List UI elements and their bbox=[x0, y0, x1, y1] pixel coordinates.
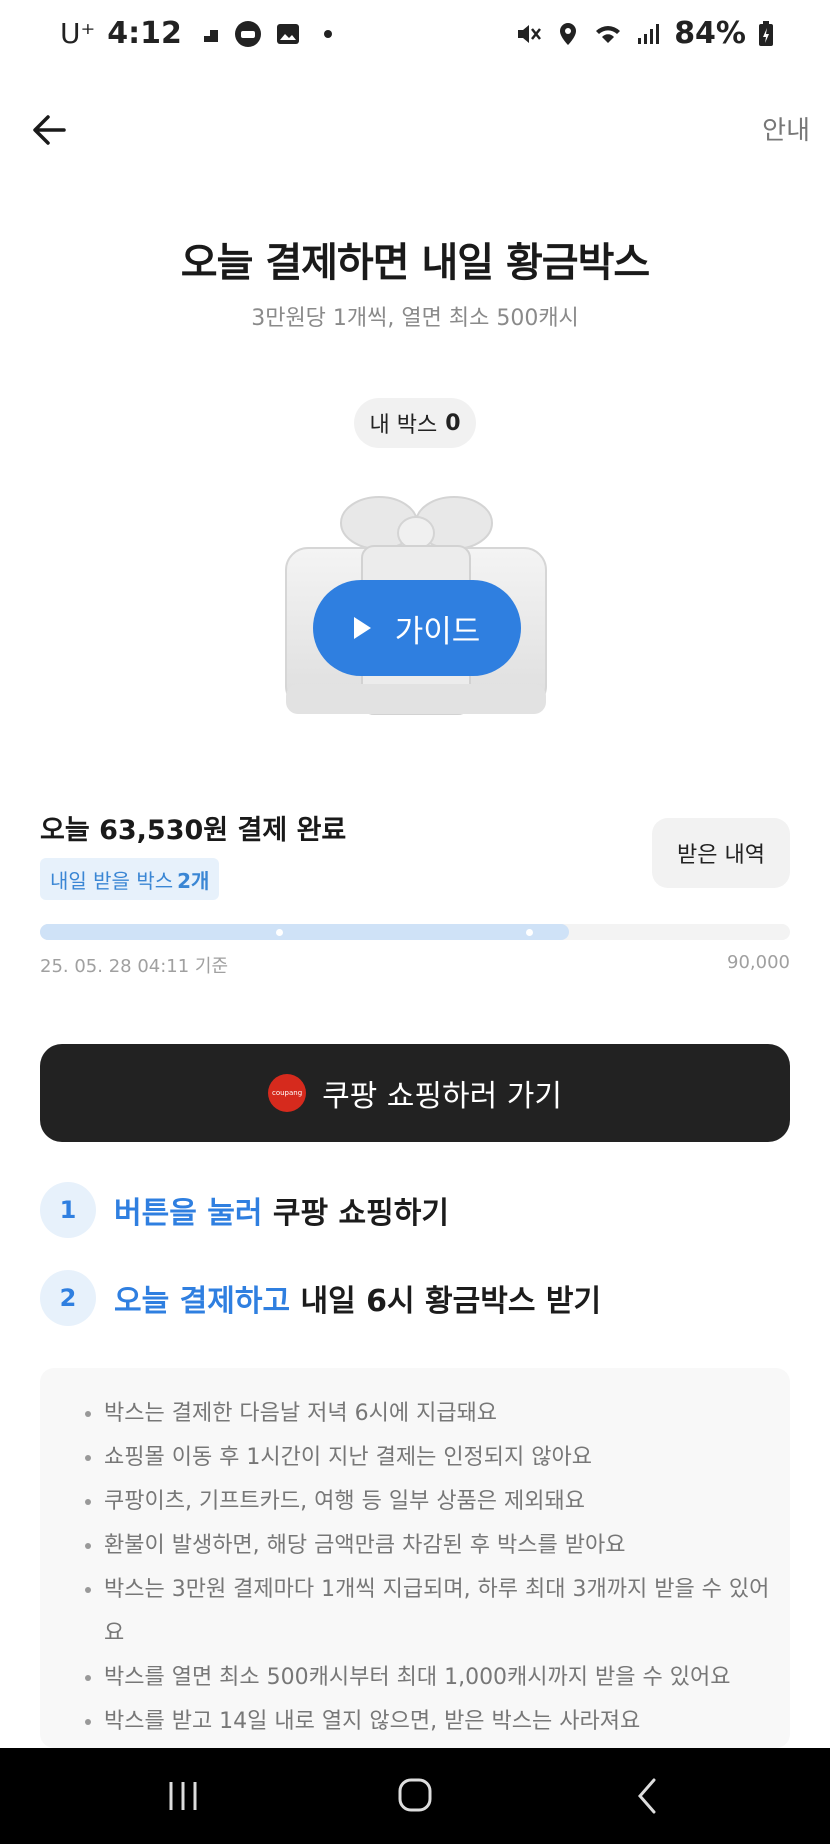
back-nav-icon[interactable] bbox=[618, 1772, 678, 1820]
carrier-label: U⁺ bbox=[60, 17, 96, 50]
step-item: 1 버튼을 눌러 쿠팡 쇼핑하기 bbox=[40, 1182, 449, 1238]
play-icon bbox=[353, 617, 371, 639]
location-icon bbox=[560, 22, 577, 45]
signal-steps-icon bbox=[195, 29, 218, 42]
cell-signal-icon bbox=[638, 23, 660, 44]
milestone-dot bbox=[526, 929, 533, 936]
payment-progress-bar bbox=[40, 924, 790, 940]
my-box-label: 내 박스 bbox=[369, 413, 438, 438]
notice-item: 박스는 결제한 다음날 저녁 6시에 지급돼요 bbox=[104, 1392, 770, 1436]
system-nav-bar bbox=[0, 1748, 830, 1844]
recent-apps-icon[interactable] bbox=[153, 1772, 213, 1820]
gallery-icon bbox=[276, 23, 299, 44]
step-rest: 내일 6시 황금박스 받기 bbox=[290, 1284, 602, 1319]
status-bar: U⁺ 4:12 84% bbox=[0, 0, 830, 72]
page-title: 오늘 결제하면 내일 황금박스 bbox=[180, 240, 650, 286]
coupang-logo: coupang bbox=[268, 1074, 307, 1112]
page-subtitle: 3만원당 1개씩, 열면 최소 500캐시 bbox=[251, 306, 579, 331]
notice-item: 환불이 발생하면, 해당 금액만큼 차감된 후 박스를 받아요 bbox=[104, 1524, 770, 1568]
wifi-icon bbox=[596, 25, 621, 43]
step-rest: 쿠팡 쇼핑하기 bbox=[262, 1196, 449, 1231]
progress-timestamp: 25. 05. 28 04:11 기준 bbox=[40, 956, 229, 977]
step-number: 2 bbox=[40, 1270, 96, 1326]
progress-max-label: 90,000 bbox=[727, 952, 790, 973]
payment-status: 오늘 63,530원 결제 완료 bbox=[40, 815, 347, 846]
guide-button-label: 가이드 bbox=[394, 613, 481, 650]
shop-button-label: 쿠팡 쇼핑하러 가기 bbox=[322, 1079, 562, 1114]
car-icon bbox=[234, 20, 261, 47]
coupang-shop-button[interactable]: coupang 쿠팡 쇼핑하러 가기 bbox=[40, 1044, 790, 1142]
arrow-left-icon bbox=[33, 115, 66, 145]
step-number: 1 bbox=[40, 1182, 96, 1238]
status-bar-left: U⁺ 4:12 bbox=[60, 16, 342, 51]
status-bar-right: 84% bbox=[514, 16, 774, 51]
step-highlight: 버튼을 눌러 bbox=[114, 1196, 263, 1231]
info-link[interactable]: 안내 bbox=[762, 110, 810, 147]
clock: 4:12 bbox=[107, 16, 182, 51]
notice-item: 쇼핑몰 이동 후 1시간이 지난 결제는 인정되지 않아요 bbox=[104, 1436, 770, 1480]
notice-item: 쿠팡이츠, 기프트카드, 여행 등 일부 상품은 제외돼요 bbox=[104, 1480, 770, 1524]
tomorrow-box-label: 내일 받을 박스 bbox=[50, 868, 174, 893]
progress-fill bbox=[40, 924, 570, 940]
milestone-dot bbox=[276, 929, 283, 936]
tomorrow-box-count: 2개 bbox=[177, 868, 210, 893]
home-icon[interactable] bbox=[385, 1772, 445, 1820]
notice-item: 박스는 3만원 결제마다 1개씩 지급되며, 하루 최대 3개까지 받을 수 있… bbox=[104, 1568, 770, 1656]
battery-icon bbox=[759, 20, 773, 46]
step-item: 2 오늘 결제하고 내일 6시 황금박스 받기 bbox=[40, 1270, 601, 1326]
step-text: 오늘 결제하고 내일 6시 황금박스 받기 bbox=[114, 1276, 601, 1320]
dot-icon bbox=[323, 29, 332, 38]
step-text: 버튼을 눌러 쿠팡 쇼핑하기 bbox=[114, 1188, 449, 1232]
back-button[interactable] bbox=[28, 108, 72, 152]
received-history-button[interactable]: 받은 내역 bbox=[652, 818, 790, 888]
mute-icon bbox=[518, 24, 542, 43]
step-highlight: 오늘 결제하고 bbox=[114, 1284, 291, 1319]
battery-percent: 84% bbox=[674, 16, 746, 51]
guide-video-button[interactable]: 가이드 bbox=[313, 580, 521, 676]
tomorrow-box-badge: 내일 받을 박스 2개 bbox=[40, 858, 220, 900]
notice-item: 박스를 열면 최소 500캐시부터 최대 1,000캐시까지 받을 수 있어요 bbox=[104, 1656, 770, 1700]
notice-box: 박스는 결제한 다음날 저녁 6시에 지급돼요 쇼핑몰 이동 후 1시간이 지난… bbox=[40, 1368, 790, 1748]
notice-item: 박스를 받고 14일 내로 열지 않으면, 받은 박스는 사라져요 bbox=[104, 1700, 770, 1744]
my-box-count: 0 bbox=[445, 410, 461, 436]
my-box-pill: 내 박스 0 bbox=[354, 398, 476, 448]
